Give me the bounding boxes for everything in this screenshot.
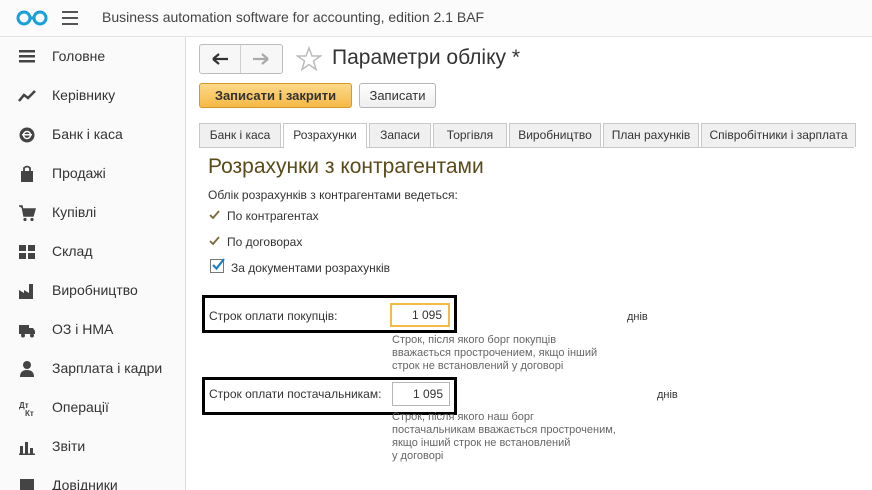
sidebar-item-home[interactable]: Головне: [0, 37, 185, 76]
sidebar-item-label: Керівнику: [52, 87, 116, 103]
sidebar-item-bank[interactable]: Банк і каса: [0, 115, 185, 154]
tab-bar: Банк і каса Розрахунки Запаси Торгівля В…: [199, 123, 856, 148]
supplier-term-unit: днів: [657, 389, 678, 401]
checkmark-icon: [209, 235, 220, 249]
coin-icon: [18, 126, 36, 144]
sidebar-item-sales[interactable]: Продажі: [0, 154, 185, 193]
cart-icon: [18, 204, 36, 222]
tab-settlements[interactable]: Розрахунки: [283, 123, 367, 148]
tab-bank[interactable]: Банк і каса: [199, 123, 281, 147]
warehouse-grid-icon: [18, 243, 36, 261]
dt-kt-icon: Дт Кт: [18, 399, 36, 418]
arrow-left-icon: [212, 53, 228, 65]
sidebar-item-label: Банк і каса: [52, 126, 123, 142]
bar-chart-icon: [18, 438, 36, 456]
page-title: Параметри обліку *: [332, 46, 521, 69]
back-button[interactable]: [200, 45, 241, 73]
tab-trade[interactable]: Торгівля: [433, 123, 507, 147]
sidebar-item-label: Зарплата і кадри: [52, 360, 163, 376]
shopping-bag-icon: [18, 165, 36, 183]
option-by-counterparty: По контрагентах: [227, 209, 319, 223]
top-bar: Business automation software for account…: [0, 0, 872, 37]
forward-button[interactable]: [241, 45, 281, 73]
tab-production[interactable]: Виробництво: [509, 123, 601, 147]
save-and-close-button[interactable]: Записати і закрити: [199, 83, 352, 108]
supplier-term-input[interactable]: [392, 382, 450, 406]
tab-chart-of-accounts[interactable]: План рахунків: [603, 123, 699, 147]
favorite-star-icon[interactable]: [295, 45, 323, 72]
sidebar-item-label: Склад: [52, 243, 93, 259]
checkbox-check-icon: [212, 258, 225, 271]
sidebar-item-operations[interactable]: Дт Кт Операції: [0, 388, 185, 427]
sidebar-item-label: Продажі: [52, 165, 106, 181]
tab-employees-salary[interactable]: Співробітники і зарплата: [701, 123, 856, 147]
customer-term-label: Строк оплати покупців:: [209, 309, 338, 323]
hamburger-menu-icon[interactable]: [62, 11, 78, 25]
sidebar: Головне Керівнику Банк і каса Продажі Ку…: [0, 37, 186, 490]
sidebar-item-label: Довідники: [52, 477, 118, 490]
sidebar-item-salary[interactable]: Зарплата і кадри: [0, 349, 185, 388]
sidebar-item-label: Виробництво: [52, 282, 138, 298]
svg-text:Кт: Кт: [25, 409, 34, 417]
option-by-documents-label: За документами розрахунків: [231, 261, 391, 275]
supplier-term-hint: Строк, після якого наш борг постачальник…: [392, 411, 616, 462]
person-icon: [18, 360, 36, 378]
section-title: Розрахунки з контрагентами: [208, 155, 484, 178]
customer-term-input[interactable]: [390, 303, 450, 327]
list-icon: [18, 48, 36, 66]
baf-logo-icon[interactable]: [16, 8, 48, 33]
option-by-contract: По договорах: [227, 235, 303, 249]
supplier-term-label: Строк оплати постачальникам:: [209, 387, 382, 401]
sidebar-item-label: Звіти: [52, 438, 86, 454]
sidebar-item-warehouse[interactable]: Склад: [0, 232, 185, 271]
customer-term-hint: Строк, після якого борг покупців вважаєт…: [392, 334, 598, 372]
sidebar-item-assets[interactable]: ОЗ і НМА: [0, 310, 185, 349]
sidebar-item-label: Купівлі: [52, 204, 97, 220]
checkmark-icon: [209, 209, 220, 223]
sidebar-item-label: Операції: [52, 399, 109, 415]
by-settlement-documents-checkbox[interactable]: [210, 258, 225, 273]
main-form: Параметри обліку * Записати і закрити За…: [186, 37, 872, 490]
settlements-intro: Облік розрахунків з контрагентами ведеть…: [208, 188, 458, 202]
truck-icon: [18, 321, 36, 339]
sidebar-item-label: ОЗ і НМА: [52, 321, 114, 337]
tab-inventory[interactable]: Запаси: [369, 123, 431, 147]
sidebar-item-reports[interactable]: Звіти: [0, 427, 185, 466]
book-icon: [18, 477, 36, 490]
arrow-right-icon: [253, 53, 269, 65]
sidebar-item-label: Головне: [52, 48, 106, 64]
sidebar-item-purchases[interactable]: Купівлі: [0, 193, 185, 232]
sidebar-item-directories[interactable]: Довідники: [0, 466, 185, 490]
navigation-buttons: [199, 44, 283, 74]
sidebar-item-manager[interactable]: Керівнику: [0, 76, 185, 115]
sidebar-item-production[interactable]: Виробництво: [0, 271, 185, 310]
save-button[interactable]: Записати: [359, 83, 436, 108]
trend-chart-icon: [18, 87, 36, 105]
app-title: Business automation software for account…: [102, 9, 485, 25]
factory-icon: [18, 282, 36, 300]
customer-term-unit: днів: [627, 311, 648, 323]
